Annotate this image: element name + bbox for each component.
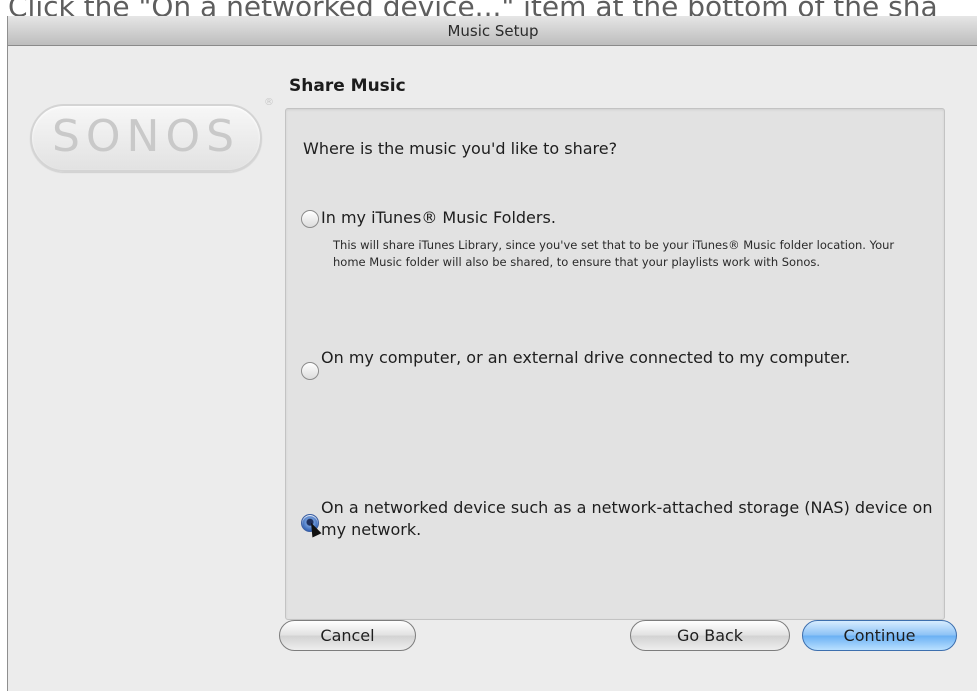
radio-itunes-folders[interactable] xyxy=(301,210,319,228)
question-text: Where is the music you'd like to share? xyxy=(303,139,618,158)
continue-button[interactable]: Continue xyxy=(802,620,957,651)
go-back-button[interactable]: Go Back xyxy=(630,620,790,651)
mouse-pointer-icon xyxy=(306,520,322,538)
option-itunes-description: This will share iTunes Library, since yo… xyxy=(333,238,895,269)
option-itunes-label[interactable]: In my iTunes® Music Folders. xyxy=(321,207,556,229)
radio-computer-drive[interactable] xyxy=(301,362,319,380)
music-setup-window: Music Setup SONOS ® Share Music Where is… xyxy=(7,16,977,691)
option-computer-drive[interactable]: On my computer, or an external drive con… xyxy=(301,347,931,407)
page-title: Share Music xyxy=(289,76,406,96)
registered-mark: ® xyxy=(264,97,274,108)
sonos-logo-text: SONOS xyxy=(51,111,241,162)
window-title: Music Setup xyxy=(8,16,977,46)
option-computer-label[interactable]: On my computer, or an external drive con… xyxy=(321,347,921,369)
cancel-button[interactable]: Cancel xyxy=(279,620,416,651)
sonos-logo: SONOS ® xyxy=(30,98,274,172)
instruction-caption: Click the "On a networked device..." ite… xyxy=(0,0,977,16)
option-itunes-folders[interactable]: In my iTunes® Music Folders. This will s… xyxy=(301,207,931,317)
option-networked-label[interactable]: On a networked device such as a network-… xyxy=(321,497,951,541)
options-panel: Where is the music you'd like to share? … xyxy=(285,108,945,620)
option-networked-device[interactable]: On a networked device such as a network-… xyxy=(301,497,932,557)
